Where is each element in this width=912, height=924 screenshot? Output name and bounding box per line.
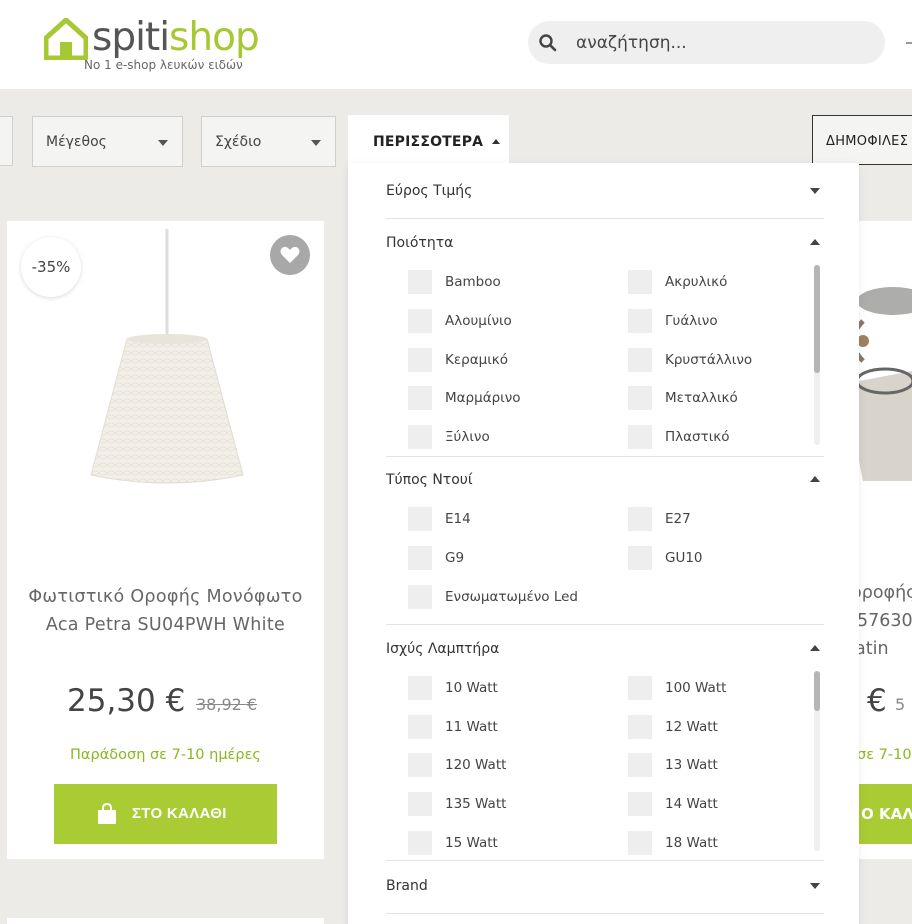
checkbox[interactable]: [628, 386, 652, 410]
checkbox[interactable]: [628, 270, 652, 294]
section-divider: [386, 624, 824, 625]
add-to-cart-label: ΣΤΟ ΚΑΛΑΘΙ: [132, 805, 227, 822]
checkbox[interactable]: [628, 753, 652, 777]
checkbox[interactable]: [408, 831, 432, 855]
more-filters-label: ΠΕΡΙΣΣΟΤΕΡΑ: [373, 134, 484, 150]
checkbox[interactable]: [408, 507, 432, 531]
house-logo-icon: [44, 18, 88, 60]
product-price: 25,30 €: [67, 683, 186, 719]
chevron-up-icon: [810, 645, 820, 651]
checkbox[interactable]: [628, 676, 652, 700]
quality-header[interactable]: Ποιότητα: [386, 231, 824, 255]
checkbox[interactable]: [408, 792, 432, 816]
quality-title: Ποιότητα: [386, 235, 454, 251]
section-divider: [386, 913, 824, 914]
filter-select-partial[interactable]: [0, 116, 13, 166]
price-range-title: Εύρος Τιμής: [386, 183, 473, 199]
chevron-up-icon: [810, 239, 820, 245]
search-input[interactable]: [576, 29, 866, 57]
product-old-price: 5: [895, 695, 906, 714]
socket-type-title: Τύπος Ντουί: [386, 472, 473, 488]
product-price: €: [867, 683, 887, 719]
checkbox[interactable]: [628, 715, 652, 739]
chevron-down-icon: [810, 188, 820, 194]
wishlist-button[interactable]: [270, 235, 310, 275]
quality-scrollbar[interactable]: [814, 265, 820, 445]
checkbox[interactable]: [628, 831, 652, 855]
chevron-up-icon: [492, 139, 500, 144]
chevron-down-icon: [311, 140, 321, 146]
design-filter-select[interactable]: Σχέδιο: [201, 116, 336, 167]
checkbox[interactable]: [408, 386, 432, 410]
add-to-cart-label: Ο ΚΑΛ: [861, 805, 912, 823]
checkbox[interactable]: [628, 309, 652, 333]
chevron-down-icon: [810, 883, 820, 889]
checkbox[interactable]: [408, 270, 432, 294]
header-menu-edge: [906, 42, 912, 44]
socket-type-header[interactable]: Τύπος Ντουί: [386, 468, 824, 492]
section-divider: [386, 456, 824, 457]
checkbox[interactable]: [628, 507, 652, 531]
lamp-power-title: Ισχύς Λαμπτήρα: [386, 641, 500, 657]
chevron-up-icon: [810, 476, 820, 482]
brand-title: Brand: [386, 878, 428, 894]
checkbox[interactable]: [408, 425, 432, 449]
checkbox[interactable]: [408, 753, 432, 777]
checkbox[interactable]: [408, 715, 432, 739]
site-header: spitishop No 1 e-shop λευκών ειδών: [0, 0, 912, 89]
product-title-line: οροφής: [851, 583, 912, 603]
checkbox[interactable]: [628, 348, 652, 372]
product-title-line: atin: [855, 639, 889, 659]
checkbox[interactable]: [408, 546, 432, 570]
spitishop-logo[interactable]: spitishop No 1 e-shop λευκών ειδών: [44, 10, 304, 80]
size-filter-select[interactable]: Μέγεθος: [32, 116, 183, 167]
size-filter-label: Μέγεθος: [46, 134, 107, 150]
logo-tagline: No 1 e-shop λευκών ειδών: [84, 58, 243, 72]
power-scrollbar[interactable]: [814, 671, 820, 851]
add-to-cart-button[interactable]: ΣΤΟ ΚΑΛΑΘΙ: [54, 784, 277, 844]
product-old-price: 38,92 €: [196, 695, 258, 714]
product-title[interactable]: Φωτιστικό Οροφής Μονόφωτο Aca Petra SU04…: [17, 583, 314, 639]
checkbox[interactable]: [408, 309, 432, 333]
delivery-info: σε 7-10: [857, 747, 912, 763]
scrollbar-thumb[interactable]: [814, 671, 820, 711]
next-row-card-edge: [7, 918, 324, 924]
more-filters-panel: Εύρος Τιμής Ποιότητα Bamboo Ακρυλικό Αλο…: [348, 163, 859, 924]
more-filters-tab[interactable]: ΠΕΡΙΣΣΟΤΕΡΑ: [348, 115, 509, 167]
checkbox[interactable]: [408, 676, 432, 700]
delivery-info: Παράδοση σε 7-10 ημέρες: [70, 747, 261, 763]
shopping-bag-icon: [98, 803, 116, 824]
section-divider: [386, 860, 824, 861]
product-card[interactable]: -35% Φωτιστικό Οροφής Μονόφωτο Aca Petra…: [7, 221, 324, 859]
sort-dropdown[interactable]: ΔΗΜΟΦΙΛΕΣ: [812, 115, 912, 165]
checkbox[interactable]: [628, 425, 652, 449]
brand-header[interactable]: Brand: [386, 874, 824, 898]
logo-wordmark: spitishop: [92, 15, 260, 60]
product-title-line: 57630: [857, 611, 912, 631]
discount-badge: -35%: [21, 237, 81, 297]
section-divider: [386, 218, 824, 219]
price-range-header[interactable]: Εύρος Τιμής: [386, 179, 824, 203]
chevron-down-icon: [158, 140, 168, 146]
add-to-cart-button[interactable]: Ο ΚΑΛ: [857, 784, 912, 844]
product-image[interactable]: [67, 229, 267, 529]
checkbox[interactable]: [408, 348, 432, 372]
sort-label: ΔΗΜΟΦΙΛΕΣ: [826, 134, 909, 149]
checkbox[interactable]: [408, 585, 432, 609]
design-filter-label: Σχέδιο: [215, 134, 262, 150]
search-bar[interactable]: [528, 21, 885, 64]
lamp-power-header[interactable]: Ισχύς Λαμπτήρα: [386, 637, 824, 661]
search-icon[interactable]: [538, 33, 558, 53]
heart-icon: [280, 246, 300, 263]
checkbox[interactable]: [628, 546, 652, 570]
scrollbar-thumb[interactable]: [814, 265, 820, 373]
checkbox[interactable]: [628, 792, 652, 816]
